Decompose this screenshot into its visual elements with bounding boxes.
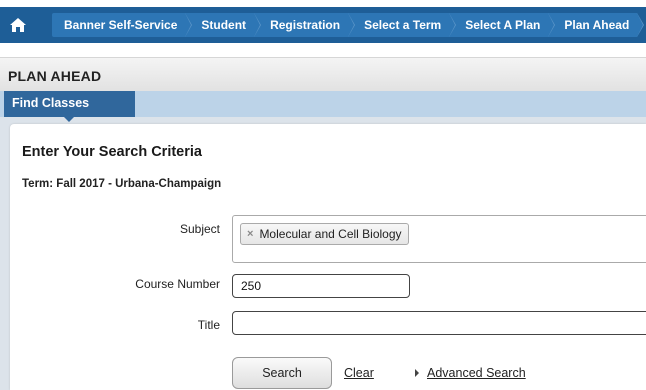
search-button[interactable]: Search [232, 357, 332, 389]
breadcrumb-item-plan-ahead[interactable]: Plan Ahead [548, 13, 645, 37]
advanced-search-label: Advanced Search [427, 366, 526, 380]
subject-token: × Molecular and Cell Biology [240, 223, 409, 245]
breadcrumb-item-select-plan[interactable]: Select A Plan [449, 13, 556, 37]
title-label: Title [197, 318, 220, 332]
breadcrumb-item-registration[interactable]: Registration [254, 13, 356, 37]
remove-token-icon[interactable]: × [247, 228, 253, 240]
home-icon [10, 18, 26, 32]
subject-token-label: Molecular and Cell Biology [259, 227, 402, 241]
breadcrumb-item-banner[interactable]: Banner Self-Service [52, 13, 193, 37]
tab-find-classes[interactable]: Find Classes [4, 91, 135, 117]
search-heading: Enter Your Search Criteria [22, 144, 202, 160]
page-title: PLAN AHEAD [8, 68, 102, 84]
subject-label: Subject [179, 222, 220, 236]
breadcrumb-item-select-term[interactable]: Select a Term [348, 13, 457, 37]
title-input[interactable] [232, 311, 646, 335]
course-number-input[interactable] [232, 274, 410, 298]
advanced-search-link[interactable]: Advanced Search [415, 366, 526, 380]
term-label: Term: Fall 2017 - Urbana-Champaign [22, 178, 222, 190]
home-button[interactable] [0, 7, 36, 43]
course-number-label: Course Number [135, 277, 220, 291]
clear-link[interactable]: Clear [344, 366, 374, 380]
tab-pointer [63, 116, 75, 122]
breadcrumb: Banner Self-Service Student Registration… [52, 7, 645, 43]
breadcrumb-item-student[interactable]: Student [185, 13, 262, 37]
triangle-right-icon [415, 369, 419, 377]
